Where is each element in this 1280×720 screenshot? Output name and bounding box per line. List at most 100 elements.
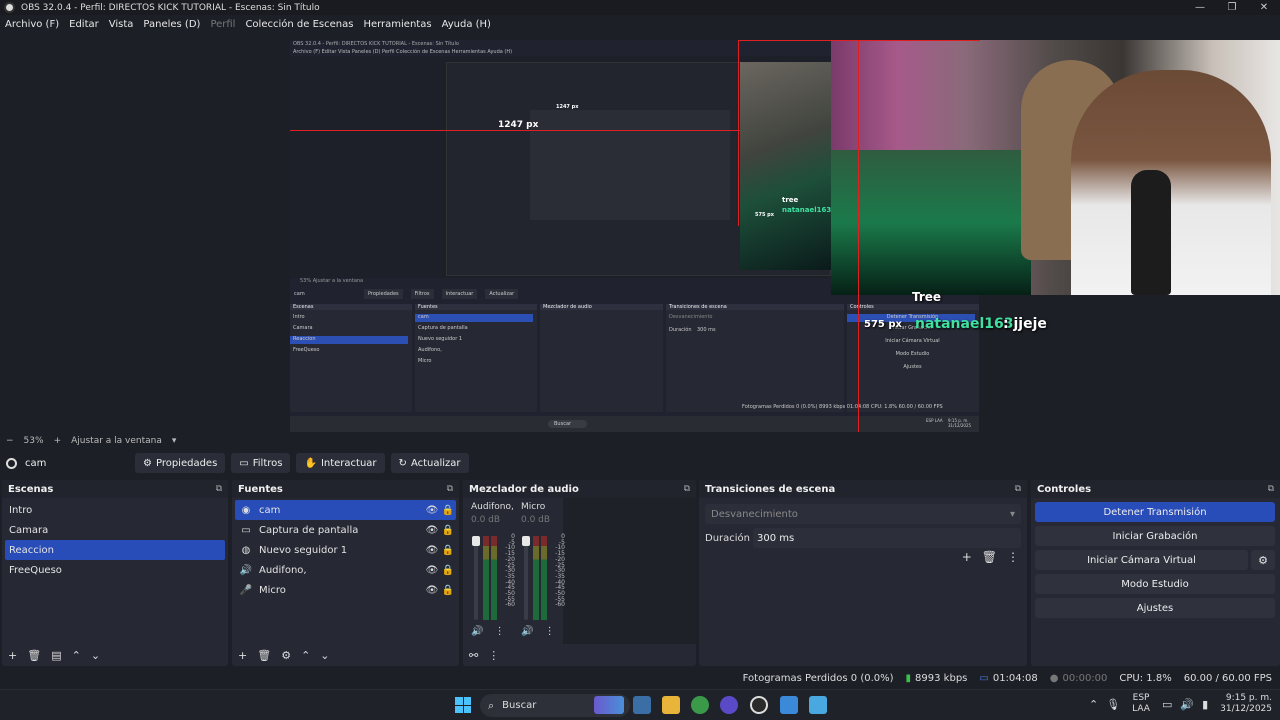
- scene-item-camara[interactable]: Camara: [5, 520, 225, 540]
- transition-actions: + 🗑 ⋮: [952, 550, 1019, 564]
- scene-item-intro[interactable]: Intro: [5, 500, 225, 520]
- menu-editar[interactable]: Editar: [69, 19, 99, 30]
- interact-button[interactable]: ✋ Interactuar: [296, 453, 385, 473]
- speaker-icon[interactable]: 🔊: [471, 626, 483, 637]
- sources-list: ◉ cam 👁 🔒 ▭ Captura de pantalla 👁 🔒 ◍ Nu…: [232, 498, 459, 602]
- preview-area[interactable]: OBS 32.0.4 - Perfil: DIRECTOS KICK TUTOR…: [0, 34, 1280, 432]
- network-icon[interactable]: ▭: [1162, 698, 1172, 711]
- zoom-in-button[interactable]: +: [54, 436, 62, 446]
- transition-select[interactable]: Desvanecimiento ▾: [705, 504, 1021, 524]
- filters-button[interactable]: ▭ Filtros: [231, 453, 291, 473]
- eye-icon[interactable]: 👁: [424, 505, 440, 516]
- nested-window-title: OBS 32.0.4 - Perfil: DIRECTOS KICK TUTOR…: [293, 41, 459, 47]
- language-indicator[interactable]: ESP LAA: [1132, 693, 1150, 715]
- slider-knob[interactable]: [472, 536, 480, 546]
- move-up-icon[interactable]: ⌃: [301, 649, 310, 662]
- more-options-icon[interactable]: ⋮: [488, 649, 499, 662]
- lock-icon[interactable]: 🔒: [440, 505, 456, 516]
- overlay-tree-label: Tree: [912, 290, 942, 304]
- store-icon[interactable]: [633, 696, 651, 714]
- trash-icon[interactable]: 🗑: [982, 550, 997, 564]
- lock-icon[interactable]: 🔒: [440, 585, 456, 596]
- gear-icon[interactable]: ⚙: [1251, 550, 1275, 570]
- eye-icon[interactable]: 👁: [424, 585, 440, 596]
- duration-spinbox[interactable]: 300 ms: [753, 528, 1021, 548]
- source-item-cam[interactable]: ◉ cam 👁 🔒: [235, 500, 456, 520]
- eye-icon[interactable]: 👁: [424, 545, 440, 556]
- volume-icon[interactable]: 🔊: [1180, 698, 1194, 711]
- menu-ayuda[interactable]: Ayuda (H): [442, 19, 491, 30]
- dropped-frames: Fotogramas Perdidos 0 (0.0%): [742, 672, 894, 684]
- speaker-icon[interactable]: 🔊: [521, 626, 533, 637]
- nested-webcam: [740, 62, 832, 270]
- scene-item-freequeso[interactable]: FreeQueso: [5, 560, 225, 580]
- fit-to-window-label[interactable]: Ajustar a la ventana: [71, 436, 162, 446]
- add-icon[interactable]: +: [8, 649, 17, 662]
- slider-knob[interactable]: [522, 536, 530, 546]
- chrome-icon[interactable]: [691, 696, 709, 714]
- undock-icon[interactable]: ⧉: [684, 484, 690, 494]
- clock[interactable]: 9:15 p. m. 31/12/2025: [1220, 693, 1272, 715]
- undock-icon[interactable]: ⧉: [447, 484, 453, 494]
- start-recording-button[interactable]: Iniciar Grabación: [1035, 526, 1275, 546]
- trash-icon[interactable]: 🗑: [257, 649, 271, 662]
- chevron-down-icon[interactable]: ▾: [172, 436, 177, 446]
- gear-icon[interactable]: ⚙: [281, 649, 291, 662]
- source-item-nuevo-seguidor[interactable]: ◍ Nuevo seguidor 1 👁 🔒: [235, 540, 456, 560]
- menu-paneles[interactable]: Paneles (D): [143, 19, 200, 30]
- lock-icon[interactable]: 🔒: [440, 565, 456, 576]
- more-options-icon[interactable]: ⋮: [495, 626, 505, 637]
- volume-slider[interactable]: [522, 536, 530, 620]
- scene-item-reaccion[interactable]: Reaccion: [5, 540, 225, 560]
- windows-taskbar: ⌕ Buscar ⌃ 🎙 ESP LAA ▭ 🔊 ▮ 9:15 p. m. 31/1…: [0, 689, 1280, 720]
- battery-icon[interactable]: ▮: [1202, 698, 1208, 711]
- app2-icon[interactable]: [809, 696, 827, 714]
- windows-start-icon[interactable]: [455, 697, 471, 713]
- microphone-icon[interactable]: 🎙: [1106, 698, 1120, 711]
- menu-herramientas[interactable]: Herramientas: [363, 19, 431, 30]
- link-icon[interactable]: ⚯: [469, 649, 478, 662]
- eye-icon[interactable]: 👁: [424, 565, 440, 576]
- add-icon[interactable]: +: [962, 550, 972, 564]
- properties-button[interactable]: ⚙ Propiedades: [135, 453, 226, 473]
- stop-streaming-button[interactable]: Detener Transmisión: [1035, 502, 1275, 522]
- menu-archivo[interactable]: Archivo (F): [5, 19, 59, 30]
- source-item-captura[interactable]: ▭ Captura de pantalla 👁 🔒: [235, 520, 456, 540]
- restore-icon[interactable]: ❐: [1216, 0, 1248, 15]
- notepad-icon[interactable]: [780, 696, 798, 714]
- undock-icon[interactable]: ⧉: [1268, 484, 1274, 494]
- source-item-audifono[interactable]: 🔊 Audifono, 👁 🔒: [235, 560, 456, 580]
- lock-icon[interactable]: 🔒: [440, 545, 456, 556]
- file-explorer-icon[interactable]: [662, 696, 680, 714]
- close-icon[interactable]: ✕: [1248, 0, 1280, 15]
- eye-icon[interactable]: 👁: [424, 525, 440, 536]
- studio-mode-button[interactable]: Modo Estudio: [1035, 574, 1275, 594]
- filter-scene-icon[interactable]: ▤: [51, 649, 61, 662]
- guide-line-v1: [738, 40, 739, 226]
- move-down-icon[interactable]: ⌄: [91, 649, 100, 662]
- refresh-button[interactable]: ↻ Actualizar: [390, 453, 469, 473]
- undock-icon[interactable]: ⧉: [216, 484, 222, 494]
- menu-perfil[interactable]: Perfil: [210, 19, 235, 30]
- lock-icon[interactable]: 🔒: [440, 525, 456, 536]
- chevron-up-icon[interactable]: ⌃: [1089, 698, 1098, 711]
- undock-icon[interactable]: ⧉: [1015, 484, 1021, 494]
- add-icon[interactable]: +: [238, 649, 247, 662]
- more-options-icon[interactable]: ⋮: [545, 626, 555, 637]
- source-item-micro[interactable]: 🎤 Micro 👁 🔒: [235, 580, 456, 600]
- app-icon[interactable]: [720, 696, 738, 714]
- zoom-out-button[interactable]: −: [6, 436, 14, 446]
- volume-slider[interactable]: [472, 536, 480, 620]
- settings-button[interactable]: Ajustes: [1035, 598, 1275, 618]
- trash-icon[interactable]: 🗑: [27, 649, 41, 662]
- move-down-icon[interactable]: ⌄: [320, 649, 329, 662]
- minimize-icon[interactable]: —: [1184, 0, 1216, 15]
- menu-coleccion-escenas[interactable]: Colección de Escenas: [245, 19, 353, 30]
- filter-icon: ▭: [239, 457, 249, 469]
- start-virtual-camera-button[interactable]: Iniciar Cámara Virtual: [1035, 550, 1248, 570]
- obs-taskbar-icon[interactable]: [750, 696, 768, 714]
- menu-vista[interactable]: Vista: [109, 19, 134, 30]
- more-options-icon[interactable]: ⋮: [1007, 550, 1019, 564]
- move-up-icon[interactable]: ⌃: [72, 649, 81, 662]
- bitrate-status: ▮ 8993 kbps: [905, 672, 968, 684]
